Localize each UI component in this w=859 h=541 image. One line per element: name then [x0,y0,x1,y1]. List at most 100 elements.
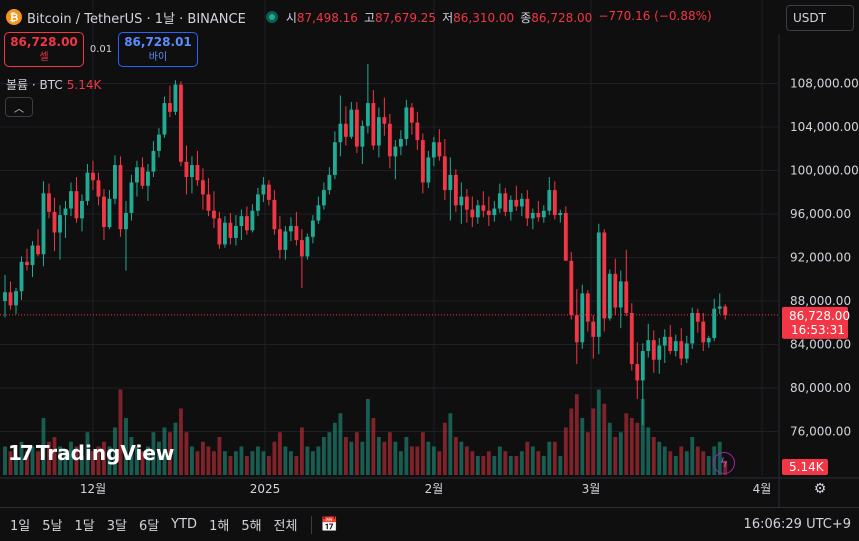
volume-bar [310,451,315,475]
tradingview-logo[interactable]: 17 TradingView [8,441,174,465]
symbol-header: ₿ Bitcoin / TetherUS · 1날 · BINANCE 시87,… [0,0,780,34]
candle-body [217,218,222,245]
candle-body [717,306,722,309]
candles [3,63,728,425]
volume-bar [607,422,612,475]
volume-bar [206,446,211,475]
candle-body [85,172,90,201]
candle-body [651,340,656,360]
volume-bar [514,456,519,475]
range-ytd[interactable]: YTD [165,517,203,532]
candle-body [624,281,629,313]
candle-body [179,84,183,162]
volume-bar [294,456,299,475]
volume-bar [398,451,403,475]
volume-bar [503,451,508,475]
last-price-label: 86,728.00 [789,309,850,323]
volume-bar [217,437,222,475]
currency-select[interactable]: USDT [786,5,854,31]
volume-bar [387,432,392,475]
candle-body [591,321,596,337]
volume-value: 5.14K [66,78,102,92]
candle-body [168,103,172,112]
price-tick-label: 80,000.00 [790,381,851,395]
range-all[interactable]: 전체 [268,515,304,534]
volume-bar [448,413,453,475]
candle-body [558,212,563,216]
symbol-title[interactable]: Bitcoin / TetherUS · 1날 · BINANCE [27,8,246,27]
volume-bar [657,441,662,475]
volume-bar [530,446,535,475]
price-tick-label: 104,000.00 [790,120,859,134]
volume-bar [332,422,337,475]
candle-body [662,336,667,346]
volume-bar [679,446,684,475]
candle-body [486,210,491,216]
candle-body [47,193,51,212]
volume-bar [662,446,667,475]
volume-bar [354,432,359,475]
range-5y[interactable]: 5해 [235,515,267,534]
high-label: 고 [363,10,375,25]
volume-bar [695,446,700,475]
volume-bar [239,446,244,475]
candle-body [371,103,376,146]
volume-bar [250,451,255,475]
candle-body [107,198,112,228]
volume-bar [338,413,343,475]
candle-body [30,245,35,266]
range-1d[interactable]: 1일 [0,515,36,534]
open-value: 87,498.16 [296,10,358,25]
candle-body [618,281,623,308]
candle-body [684,343,689,359]
volume-bar [486,451,491,475]
candle-body [58,215,62,233]
range-3m[interactable]: 3달 [101,515,133,534]
volume-legend[interactable]: 볼륨 · BTC 5.14K [6,76,101,93]
candle-body [354,109,359,147]
candle-body [519,198,524,207]
candle-body [470,209,475,218]
trade-panel: 86,728.00 셀 0.01 86,728.01 바이 [4,32,198,67]
candle-body [52,211,57,233]
candle-body [635,364,640,381]
candle-body [36,245,40,255]
lightning-alert-icon[interactable]: ϟ [713,452,735,474]
volume-bar [541,456,546,475]
candle-body [580,293,585,343]
currency-value: USDT [793,11,826,25]
candle-body [69,191,73,209]
candle-body [80,200,84,219]
volume-bar [635,422,640,475]
candle-body [135,167,139,183]
calendar-icon[interactable]: 📅 [320,517,337,533]
volume-bar [618,432,623,475]
volume-bar [651,437,656,475]
range-6m[interactable]: 6달 [133,515,165,534]
buy-button[interactable]: 86,728.01 바이 [118,32,198,67]
range-1y[interactable]: 1해 [203,515,235,534]
gear-icon[interactable]: ⚙ [812,481,828,497]
candle-body [3,292,7,301]
candle-body [690,312,695,344]
volume-bar [266,456,271,475]
candle-body [481,205,486,211]
volume-bar [283,446,288,475]
sell-button[interactable]: 86,728.00 셀 [4,32,84,67]
price-tick-label: 100,000.00 [790,164,859,178]
ohlc-values: 시87,498.16 고87,679.25 저86,310.00 종86,728… [286,9,712,26]
clock-display[interactable]: 16:06:29 UTC+9 [744,517,851,532]
collapse-legend-button[interactable]: ︿ [5,97,33,117]
candle-body [91,172,95,181]
range-5d[interactable]: 5날 [36,515,68,534]
candle-body [569,260,574,316]
candle-body [360,125,365,147]
range-1m[interactable]: 1달 [68,515,100,534]
time-tick-label: 3월 [582,482,601,496]
candle-body [19,261,24,292]
candle-body [299,240,304,257]
volume-bar [668,451,673,475]
candle-body [338,123,343,143]
candle-body [113,165,117,199]
candle-body [376,117,381,146]
